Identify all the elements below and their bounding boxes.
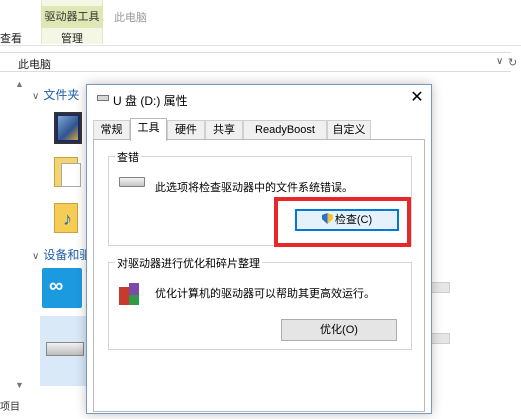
nav-section-folders[interactable]: ∨ 文件夹 [32, 86, 79, 103]
nav-section-devices[interactable]: ∨ 设备和驱 [32, 246, 91, 263]
close-icon[interactable]: ✕ [405, 87, 429, 109]
explorer-window: 驱动器工具 此电脑 查看 管理 此电脑 ∨ ↻ ▲ ∨ 文件夹 ♪ ∨ 设备和驱 ∞… [0, 0, 521, 419]
address-bar[interactable]: 此电脑 ∨ [0, 52, 511, 72]
ribbon-tab-manage[interactable]: 管理 [41, 30, 103, 46]
video-folder-icon[interactable] [54, 112, 82, 144]
group-title: 查错 [115, 149, 141, 165]
drive-usage-bar [430, 282, 450, 293]
music-folder-icon[interactable]: ♪ [54, 203, 78, 233]
nav-section-label: 文件夹 [43, 88, 80, 102]
ribbon-tab-this-pc[interactable]: 此电脑 [114, 9, 147, 25]
highlight-annotation [274, 197, 411, 247]
tab-hardware[interactable]: 硬件 [167, 120, 205, 140]
tab-general[interactable]: 常规 [93, 120, 130, 140]
check-description: 此选项将检查驱动器中的文件系统错误。 [155, 182, 353, 194]
optimize-group: 对驱动器进行优化和碎片整理 优化计算机的驱动器可以帮助其更高效运行。 优化(O) [108, 255, 412, 350]
tab-customize[interactable]: 自定义 [327, 120, 371, 140]
address-path: 此电脑 [18, 59, 51, 71]
document-folder-icon[interactable] [54, 157, 81, 187]
tab-readyboost[interactable]: ReadyBoost [243, 120, 327, 140]
tab-tools[interactable]: 工具 [130, 118, 167, 141]
status-item-count: 项目 [0, 402, 20, 413]
group-title: 对驱动器进行优化和碎片整理 [115, 255, 262, 271]
drive-icon [119, 177, 145, 187]
tab-sharing[interactable]: 共享 [205, 120, 243, 140]
ribbon-tab-drive-tools[interactable]: 驱动器工具 [41, 6, 103, 28]
defrag-icon [119, 283, 141, 307]
cloud-drive-icon[interactable]: ∞ [42, 268, 82, 308]
optimize-description: 优化计算机的驱动器可以帮助其更高效运行。 [155, 288, 375, 300]
tools-panel: 查错 此选项将检查驱动器中的文件系统错误。 检查(C) 对驱动器进行优化和碎片整… [93, 140, 425, 412]
dialog-titlebar[interactable]: U 盘 (D:) 属性 ✕ [87, 85, 431, 113]
chevron-down-icon: ∨ [32, 91, 40, 102]
optimize-button[interactable]: 优化(O) [281, 319, 397, 341]
refresh-icon[interactable]: ↻ [508, 56, 521, 70]
properties-dialog: U 盘 (D:) 属性 ✕ 常规 工具 硬件 共享 ReadyBoost 自定义… [86, 84, 432, 414]
scroll-up-icon[interactable]: ▲ [15, 79, 24, 89]
usb-drive-icon [46, 342, 84, 356]
scroll-down-icon[interactable]: ▼ [15, 380, 24, 390]
chevron-down-icon[interactable]: ∨ [496, 56, 503, 67]
chevron-down-icon: ∨ [32, 251, 40, 262]
drive-usage-bar [430, 333, 450, 344]
ribbon-divider [0, 45, 521, 46]
ribbon-tab-view[interactable]: 查看 [0, 30, 22, 46]
nav-section-label: 设备和驱 [43, 248, 92, 262]
dialog-title: U 盘 (D:) 属性 [113, 94, 188, 108]
drive-icon [97, 95, 109, 101]
